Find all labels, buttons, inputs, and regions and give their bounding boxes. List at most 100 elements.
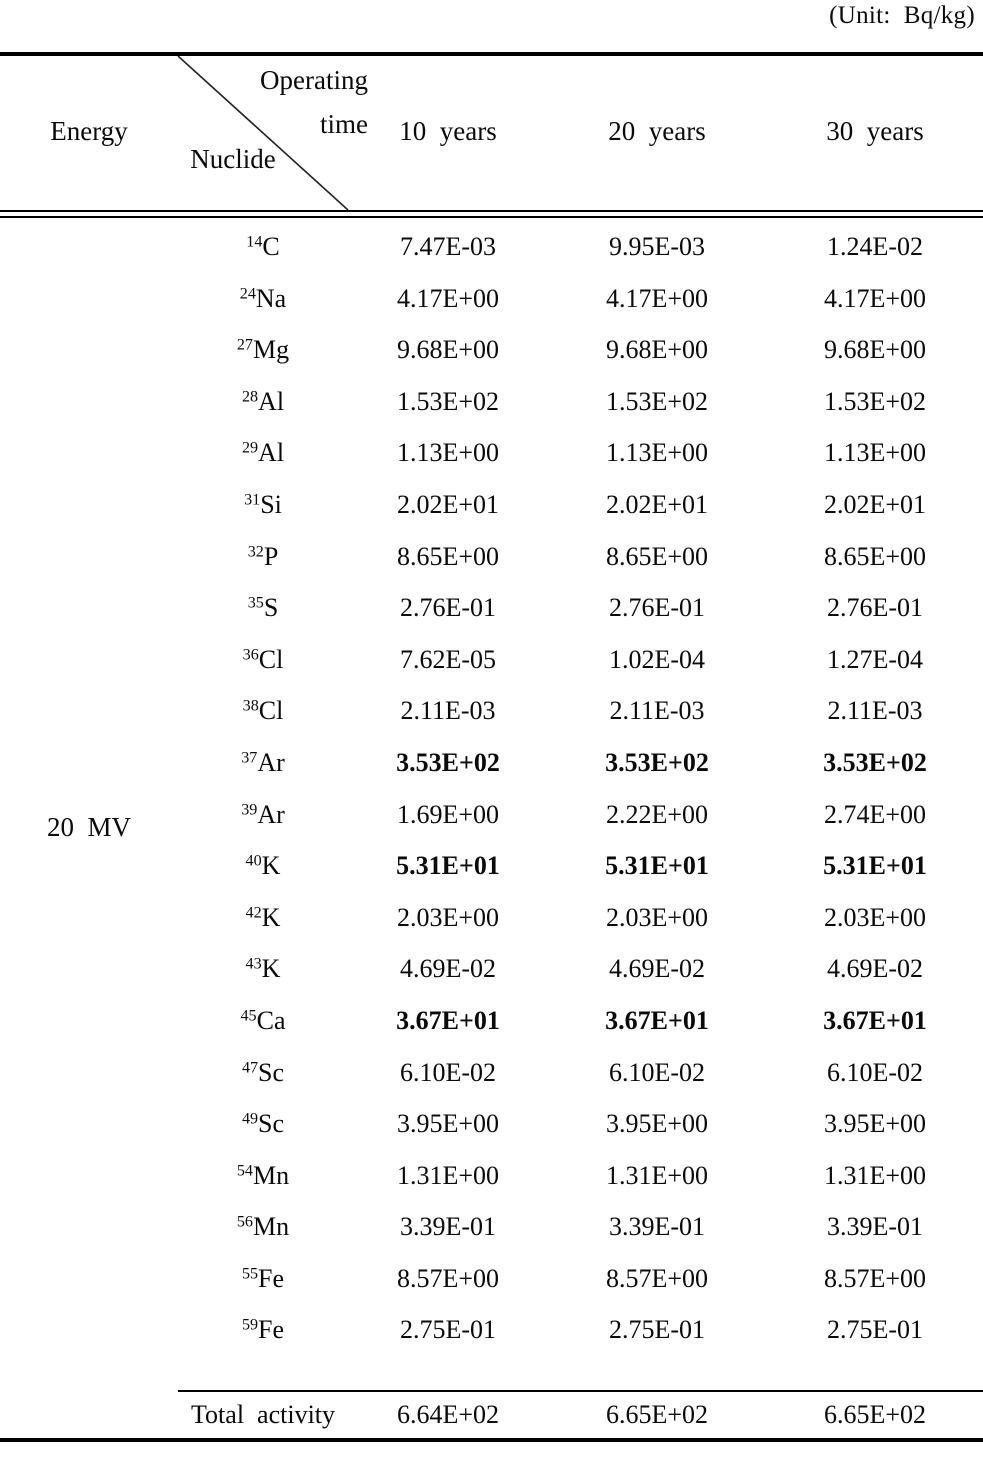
activity-value: 2.11E-03	[609, 696, 705, 726]
nuclide-label: 29Al	[241, 438, 285, 468]
table-row: 43K 4.69E-02 4.69E-02 4.69E-02	[0, 948, 983, 1000]
activity-value: 6.10E-02	[826, 1057, 924, 1087]
nuclide-label: 59Fe	[241, 1315, 285, 1345]
nuclide-label: 43K	[245, 954, 281, 984]
nuclide-label: 28Al	[241, 386, 285, 416]
activity-value: 1.53E+02	[396, 386, 500, 416]
table-row: 54Mn 1.31E+00 1.31E+00 1.31E+00	[0, 1155, 983, 1207]
nuclide-label: 54Mn	[236, 1160, 290, 1190]
nuclide-label: 27Mg	[236, 335, 290, 365]
table-row: 31Si 2.02E+01 2.02E+01 2.02E+01	[0, 484, 983, 536]
activity-value: 7.47E-03	[399, 232, 497, 261]
nuclide-label: 55Fe	[241, 1263, 285, 1293]
activity-value: 3.53E+02	[605, 747, 709, 777]
activity-value: 2.02E+01	[605, 489, 709, 519]
activity-value: 3.95E+00	[605, 1109, 709, 1139]
activity-value: 6.10E-02	[399, 1057, 497, 1087]
activity-value: 8.65E+00	[396, 541, 500, 571]
header-column-30-years: 30 years	[826, 116, 924, 146]
activity-value: 8.57E+00	[605, 1263, 709, 1293]
activity-value: 2.74E+00	[823, 799, 927, 829]
table-row: 39Ar 1.69E+00 2.22E+00 2.74E+00	[0, 794, 983, 846]
table-row: 37Ar 3.53E+02 3.53E+02 3.53E+02	[0, 742, 983, 794]
activity-value: 1.13E+00	[605, 438, 709, 468]
activity-value: 4.17E+00	[823, 283, 927, 313]
nuclide-label: 37Ar	[241, 747, 285, 777]
activity-value: 8.57E+00	[823, 1263, 927, 1293]
nuclide-label: 40K	[245, 851, 281, 881]
unit-caption: (Unit: Bq/kg)	[829, 2, 975, 29]
nuclide-label: 31Si	[244, 489, 282, 519]
activity-value: 8.57E+00	[396, 1263, 500, 1293]
table-row: 27Mg 9.68E+00 9.68E+00 9.68E+00	[0, 329, 983, 381]
activity-value: 2.02E+01	[823, 489, 927, 519]
total-activity-label: Total activity	[190, 1400, 336, 1429]
header-rule-upper	[0, 210, 983, 212]
activity-value: 2.03E+00	[396, 902, 500, 932]
nuclide-label: 14C	[246, 232, 280, 261]
activity-value: 1.53E+02	[605, 386, 709, 416]
activity-value: 3.53E+02	[823, 747, 927, 777]
table-row: 40K 5.31E+01 5.31E+01 5.31E+01	[0, 845, 983, 897]
table-row: 32P 8.65E+00 8.65E+00 8.65E+00	[0, 536, 983, 588]
activity-value: 9.68E+00	[396, 335, 500, 365]
activity-value: 2.02E+01	[396, 489, 500, 519]
total-separator-rule	[178, 1390, 983, 1392]
activity-value: 1.27E-04	[826, 644, 924, 674]
activity-value: 9.68E+00	[823, 335, 927, 365]
table-page: (Unit: Bq/kg) Energy Operating time Nucl…	[0, 0, 983, 1466]
activity-value: 4.69E-02	[608, 954, 706, 984]
total-activity-value: 6.65E+02	[605, 1400, 709, 1429]
activity-value: 2.75E-01	[399, 1315, 497, 1345]
activity-value: 4.69E-02	[399, 954, 497, 984]
activity-value: 2.75E-01	[826, 1315, 924, 1345]
activity-value: 3.39E-01	[608, 1212, 706, 1242]
activity-value: 4.17E+00	[605, 283, 709, 313]
activity-value: 1.31E+00	[823, 1160, 927, 1190]
table-header: Energy Operating time Nuclide 10 years 2…	[0, 56, 983, 210]
activity-value: 3.53E+02	[396, 747, 500, 777]
activity-value: 2.03E+00	[605, 902, 709, 932]
activity-value: 1.31E+00	[605, 1160, 709, 1190]
table-row: 35S 2.76E-01 2.76E-01 2.76E-01	[0, 587, 983, 639]
total-activity-row: Total activity 6.64E+02 6.65E+02 6.65E+02	[0, 1394, 983, 1438]
header-column-20-years: 20 years	[608, 116, 706, 146]
nuclide-label: 47Sc	[241, 1057, 285, 1087]
header-operating-time: Operating time	[260, 65, 368, 139]
table-row: 14C 7.47E-03 9.95E-03 1.24E-02	[0, 226, 983, 278]
nuclide-label: 56Mn	[236, 1212, 290, 1242]
activity-value: 2.11E-03	[827, 696, 923, 726]
activity-value: 1.53E+02	[823, 386, 927, 416]
activity-value: 5.31E+01	[396, 851, 500, 881]
activity-value: 7.62E-05	[399, 644, 497, 674]
activity-value: 5.31E+01	[605, 851, 709, 881]
table-body: 14C 7.47E-03 9.95E-03 1.24E-02 24Na 4.17E+00 4…	[0, 226, 983, 1361]
activity-value: 8.65E+00	[605, 541, 709, 571]
activity-value: 2.76E-01	[608, 593, 706, 623]
activity-value: 3.39E-01	[826, 1212, 924, 1242]
activity-value: 1.31E+00	[396, 1160, 500, 1190]
activity-value: 3.67E+01	[605, 1005, 709, 1035]
table-row: 38Cl 2.11E-03 2.11E-03 2.11E-03	[0, 690, 983, 742]
activity-value: 1.69E+00	[396, 799, 500, 829]
activity-value: 2.22E+00	[605, 799, 709, 829]
activity-value: 2.76E-01	[826, 593, 924, 623]
activity-value: 2.75E-01	[608, 1315, 706, 1345]
activity-value: 3.95E+00	[396, 1109, 500, 1139]
table-row: 55Fe 8.57E+00 8.57E+00 8.57E+00	[0, 1258, 983, 1310]
activity-value: 1.02E-04	[608, 644, 706, 674]
nuclide-label: 39Ar	[241, 799, 285, 829]
activity-value: 5.31E+01	[823, 851, 927, 881]
nuclide-label: 24Na	[239, 283, 287, 313]
table-row: 28Al 1.53E+02 1.53E+02 1.53E+02	[0, 381, 983, 433]
table-row: 47Sc 6.10E-02 6.10E-02 6.10E-02	[0, 1052, 983, 1104]
activity-value: 1.24E-02	[826, 232, 924, 261]
activity-value: 3.39E-01	[399, 1212, 497, 1242]
table-row: 59Fe 2.75E-01 2.75E-01 2.75E-01	[0, 1309, 983, 1361]
nuclide-label: 49Sc	[241, 1109, 285, 1139]
nuclide-label: 35S	[247, 593, 279, 623]
activity-value: 9.68E+00	[605, 335, 709, 365]
nuclide-label: 36Cl	[242, 644, 284, 674]
nuclide-label: 32P	[247, 541, 279, 571]
activity-value: 3.95E+00	[823, 1109, 927, 1139]
